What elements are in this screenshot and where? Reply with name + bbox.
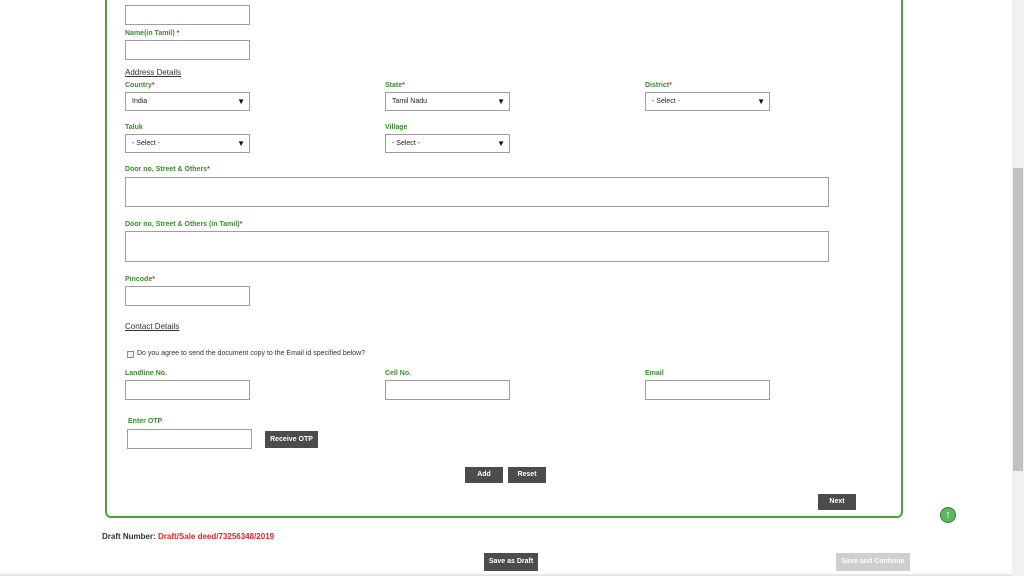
next-button[interactable]: Next (818, 494, 856, 510)
save-and-continue-button[interactable]: Save and Continue (836, 553, 910, 571)
landline-label: Landline No. (125, 370, 167, 377)
country-label: Country* (125, 82, 155, 89)
draft-number-label: Draft Number: (102, 532, 156, 541)
triangle-down-icon: ▼ (497, 97, 505, 106)
reset-button[interactable]: Reset (508, 467, 546, 483)
district-label: District* (645, 82, 672, 89)
landline-input[interactable] (125, 380, 250, 400)
door-street-label: Door no, Street & Others* (125, 166, 210, 173)
pincode-input[interactable] (125, 286, 250, 306)
door-street-tamil-label: Door no, Street & Others (in Tamil)* (125, 221, 243, 228)
triangle-down-icon: ▼ (757, 97, 765, 106)
contact-details-heading: Contact Details (125, 322, 180, 331)
otp-input[interactable] (127, 429, 252, 449)
district-select[interactable]: - Select - ▼ (645, 92, 770, 111)
scrollbar-thumb[interactable] (1013, 168, 1023, 471)
triangle-down-icon: ▼ (237, 97, 245, 106)
save-as-draft-button[interactable]: Save as Draft (484, 553, 538, 571)
country-select[interactable]: India ▼ (125, 92, 250, 111)
triangle-down-icon: ▼ (497, 139, 505, 148)
taluk-label: Taluk (125, 124, 143, 131)
email-consent-checkbox[interactable] (127, 351, 134, 358)
cell-label: Cell No. (385, 370, 412, 377)
otp-label: Enter OTP (128, 418, 163, 425)
email-input[interactable] (645, 380, 770, 400)
arrow-up-circle-icon[interactable]: ↑ (940, 507, 956, 523)
cell-input[interactable] (385, 380, 510, 400)
pincode-label: Pincode* (125, 276, 155, 283)
draft-number-value: Draft/Sale deed/73256348/2019 (158, 532, 275, 541)
name-tamil-label: Name(in Tamil) * (125, 30, 180, 37)
receive-otp-button[interactable]: Receive OTP (265, 431, 318, 448)
door-street-tamil-field[interactable] (125, 231, 829, 262)
taluk-select[interactable]: - Select - ▼ (125, 134, 250, 153)
name-tamil-input[interactable] (125, 40, 250, 60)
email-label: Email (645, 370, 664, 377)
door-street-field[interactable] (125, 177, 829, 207)
add-button[interactable]: Add (465, 467, 503, 483)
address-details-heading: Address Details (125, 68, 182, 77)
triangle-down-icon: ▼ (237, 139, 245, 148)
draft-number: Draft Number: Draft/Sale deed/73256348/2… (102, 532, 274, 541)
state-label: State* (385, 82, 405, 89)
name-input[interactable] (125, 5, 250, 25)
email-consent-label: Do you agree to send the document copy t… (137, 350, 366, 357)
village-label: Village (385, 124, 408, 131)
village-select[interactable]: - Select - ▼ (385, 134, 510, 153)
state-select[interactable]: Tamil Nadu ▼ (385, 92, 510, 111)
